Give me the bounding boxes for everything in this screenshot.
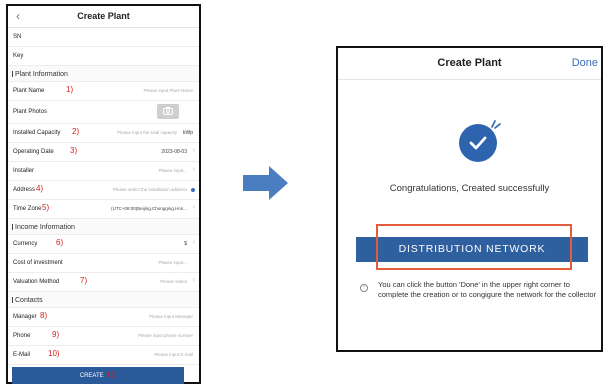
- installer-field[interactable]: Installer Please input... ›: [8, 162, 199, 181]
- time-zone-label: Time Zone: [13, 206, 42, 212]
- plant-name-field[interactable]: Plant Name 1) Please input Plant Name: [8, 82, 199, 101]
- cost-of-investment-field[interactable]: Cost of investment Please input...: [8, 254, 199, 273]
- chevron-right-icon: ›: [192, 277, 195, 284]
- time-zone-number: 5): [42, 203, 50, 212]
- email-placeholder: Please input E-mail: [154, 352, 193, 357]
- contacts-section: Contacts: [8, 292, 199, 308]
- currency-field[interactable]: Currency 6) $ ›: [8, 235, 199, 254]
- chevron-right-icon: ›: [192, 166, 195, 173]
- phone-number: 9): [52, 330, 60, 339]
- time-zone-value: (UTC+08:00)Beijing,Chongqing,Hon...: [111, 206, 187, 211]
- operating-date-field[interactable]: Operating Date 3) 2023-08-03 ›: [8, 143, 199, 162]
- camera-icon: [163, 107, 173, 115]
- manager-number: 8): [40, 311, 48, 320]
- address-label: Address: [13, 187, 36, 193]
- operating-date-number: 3): [70, 146, 78, 155]
- sn-field[interactable]: SN: [8, 28, 199, 47]
- info-icon: !: [360, 284, 368, 292]
- chevron-right-icon: ›: [192, 204, 195, 211]
- email-label: E-Mail: [13, 352, 31, 358]
- key-label: Key: [13, 53, 24, 59]
- income-information-section: Income Information: [8, 219, 199, 235]
- right-page-title: Create Plant: [437, 57, 502, 69]
- currency-number: 6): [56, 238, 64, 247]
- sparkle-icon: [491, 120, 501, 129]
- manager-field[interactable]: Manager 8) Please input Manager: [8, 308, 199, 327]
- installer-placeholder: Please input...: [158, 168, 187, 173]
- operating-date-value: 2023-08-03: [161, 149, 187, 155]
- currency-label: Currency: [13, 241, 38, 247]
- phone-placeholder: Please input phone number: [137, 333, 193, 338]
- address-field[interactable]: Address 4) Please select the installatio…: [8, 181, 199, 200]
- sn-label: SN: [13, 34, 22, 40]
- valuation-number: 7): [80, 276, 88, 285]
- email-field[interactable]: E-Mail 10) Please input E-mail: [8, 346, 199, 365]
- info-text: You can click the button 'Done' in the u…: [378, 280, 597, 299]
- success-indicator: [457, 118, 503, 164]
- installer-label: Installer: [13, 168, 35, 174]
- done-button[interactable]: Done: [572, 57, 598, 69]
- operating-date-label: Operating Date: [13, 149, 54, 155]
- location-icon[interactable]: [191, 188, 195, 192]
- create-button[interactable]: CREATE 11): [12, 367, 184, 384]
- key-field[interactable]: Key: [8, 47, 199, 66]
- installed-capacity-field[interactable]: Installed Capacity 2) Please input the t…: [8, 124, 199, 143]
- currency-value: $: [184, 241, 187, 247]
- create-plant-form-screen: ‹ Create Plant SN Key Plant Information …: [6, 4, 201, 384]
- valuation-method-field[interactable]: Valuation Method 7) Please select ›: [8, 273, 199, 292]
- plant-photos-field: Plant Photos: [8, 101, 199, 124]
- photo-upload-button[interactable]: [157, 104, 179, 119]
- capacity-unit: kWp: [183, 130, 193, 136]
- plant-photos-label: Plant Photos: [13, 109, 48, 115]
- plant-name-label: Plant Name: [13, 88, 45, 94]
- create-plant-success-screen: Create Plant Done Congratulations, Creat…: [336, 46, 603, 352]
- address-placeholder: Please select the installation address: [112, 187, 187, 192]
- email-number: 10): [48, 349, 60, 358]
- left-header: ‹ Create Plant: [8, 6, 199, 28]
- highlight-outline: [376, 224, 572, 270]
- chevron-right-icon: ›: [192, 147, 195, 154]
- left-page-title: Create Plant: [77, 11, 130, 21]
- cost-placeholder: Please input...: [158, 260, 187, 265]
- installed-capacity-number: 2): [72, 127, 80, 136]
- arrow-right-icon: [243, 166, 288, 200]
- address-number: 4): [36, 184, 44, 193]
- right-header: Create Plant Done: [338, 48, 601, 80]
- phone-label: Phone: [13, 333, 31, 339]
- plant-information-section: Plant Information: [8, 66, 199, 82]
- manager-placeholder: Please input Manager: [149, 314, 193, 319]
- phone-field[interactable]: Phone 9) Please input phone number: [8, 327, 199, 346]
- chevron-right-icon: ›: [192, 239, 195, 246]
- success-message: Congratulations, Created successfully: [389, 183, 550, 194]
- time-zone-field[interactable]: Time Zone 5) (UTC+08:00)Beijing,Chongqin…: [8, 200, 199, 219]
- create-button-label: CREATE: [79, 373, 104, 379]
- plant-name-number: 1): [66, 85, 74, 94]
- installed-capacity-placeholder: Please input the total capacity: [117, 130, 177, 135]
- plant-name-placeholder: Please input Plant Name: [143, 88, 193, 93]
- create-number: 11): [106, 372, 117, 379]
- installed-capacity-label: Installed Capacity: [13, 130, 61, 136]
- valuation-label: Valuation Method: [13, 279, 60, 285]
- cost-label: Cost of investment: [13, 260, 63, 266]
- valuation-placeholder: Please select: [160, 279, 187, 284]
- manager-label: Manager: [13, 314, 37, 320]
